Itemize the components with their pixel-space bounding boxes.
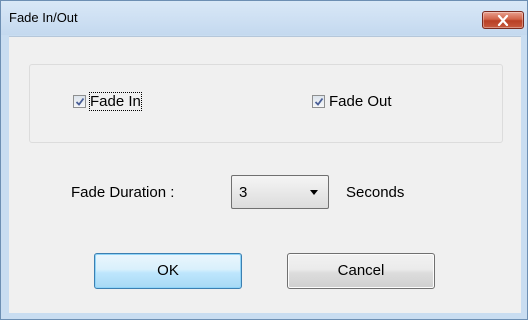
window-title: Fade In/Out (9, 10, 78, 25)
fade-out-checkbox[interactable] (312, 95, 325, 108)
seconds-label: Seconds (346, 184, 405, 201)
dialog-window: Fade In/Out Fade In Fade Out Fade Durati… (0, 0, 528, 320)
fade-duration-value: 3 (239, 184, 248, 201)
ok-button[interactable]: OK (94, 253, 242, 289)
fade-duration-select[interactable]: 3 (231, 175, 329, 209)
checkmark-icon (314, 97, 324, 106)
fade-in-label[interactable]: Fade In (89, 92, 142, 111)
close-icon (497, 15, 509, 26)
checkmark-icon (75, 97, 85, 106)
fade-out-label[interactable]: Fade Out (329, 93, 392, 110)
fade-duration-label: Fade Duration : (71, 184, 175, 201)
fade-options-group: Fade In Fade Out (29, 64, 503, 143)
close-button[interactable] (482, 11, 524, 29)
chevron-down-icon[interactable] (310, 190, 318, 195)
fade-in-checkbox[interactable] (73, 95, 86, 108)
dialog-body: Fade In Fade Out Fade Duration : 3 Secon… (9, 36, 521, 313)
title-bar[interactable]: Fade In/Out (1, 1, 527, 35)
cancel-button[interactable]: Cancel (287, 253, 435, 289)
